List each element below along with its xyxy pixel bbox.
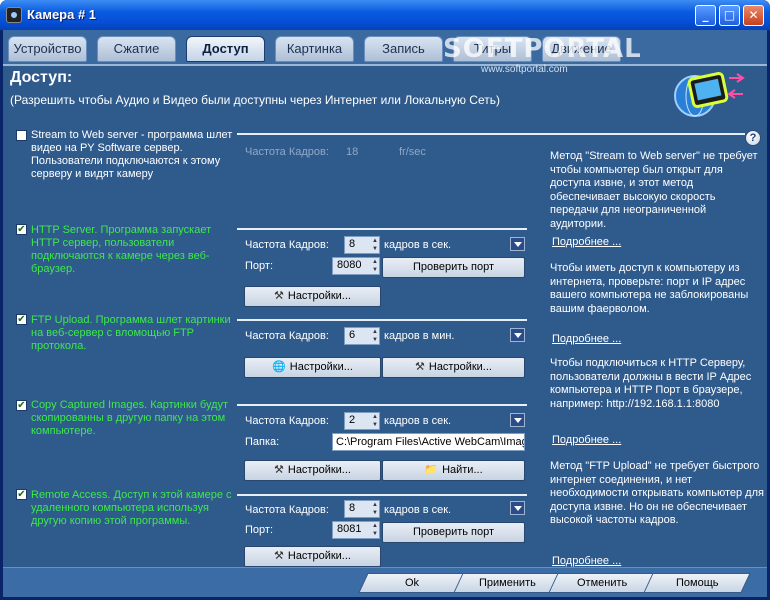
remote-rate-unit[interactable]: кадров в сек. [384, 504, 451, 516]
copy-folder-label: Папка: [245, 436, 280, 448]
info-stream: Метод "Stream to Web server" не требует … [550, 150, 758, 230]
http-fps-label: Частота Кадров: [245, 239, 329, 251]
ftp-rate-dropdown-icon[interactable] [510, 328, 525, 342]
tab-compression[interactable]: Сжатие [97, 36, 176, 62]
remote-description: Remote Access. Доступ к этой камере с уд… [31, 489, 232, 527]
copy-fps-spinner[interactable]: 2 [344, 412, 380, 430]
ftp-settings-label-1: Настройки... [289, 361, 353, 373]
stream-description: Stream to Web server - программа шлет ви… [31, 129, 233, 180]
remote-fps-label: Частота Кадров: [245, 504, 329, 516]
remote-divider [237, 494, 527, 496]
page-title: Доступ: [10, 69, 73, 86]
stream-fps-label: Частота Кадров: [245, 146, 329, 158]
more-link-3[interactable]: Подробнее ... [552, 434, 621, 446]
remote-fps-spinner[interactable]: 8 [344, 500, 380, 518]
info-ftp: Метод "FTP Upload" не требует быстрого и… [550, 460, 764, 526]
apply-button[interactable]: Применить [453, 573, 561, 593]
copy-find-label: Найти... [442, 464, 483, 476]
apply-label: Применить [478, 577, 536, 589]
tab-picture[interactable]: Картинка [275, 36, 354, 62]
copy-rate-dropdown-icon[interactable] [510, 413, 525, 427]
help-label: Помощь [675, 577, 719, 589]
stream-checkbox[interactable] [16, 130, 27, 141]
wrench-icon: ⚒ [274, 290, 284, 302]
tab-access[interactable]: Доступ [186, 36, 265, 62]
copy-find-button[interactable]: 📁 Найти... [382, 460, 525, 481]
remote-checkbox[interactable]: ✔ [16, 489, 27, 500]
window-title: Камера # 1 [27, 7, 97, 22]
remote-port-spinner[interactable]: 8081 [332, 521, 380, 539]
window: Камера # 1 _ □ ✕ Устройство Сжатие Досту… [0, 0, 770, 600]
remote-check-port-button[interactable]: Проверить порт [382, 522, 525, 543]
more-link-1[interactable]: Подробнее ... [552, 236, 621, 248]
help-button[interactable]: Помощь [643, 573, 751, 593]
copy-checkbox[interactable]: ✔ [16, 400, 27, 411]
watermark-brand: SOFTPORTAL [443, 34, 642, 64]
remote-settings-label: Настройки... [287, 550, 351, 562]
copy-description: Copy Captured Images. Картинки будут ско… [31, 399, 229, 437]
ftp-settings-label-2: Настройки... [428, 361, 492, 373]
cancel-label: Отменить [576, 577, 628, 589]
title-bar[interactable]: Камера # 1 _ □ ✕ [0, 0, 770, 30]
maximize-button[interactable]: □ [719, 5, 740, 26]
copy-rate-unit[interactable]: кадров в сек. [384, 415, 451, 427]
camera-app-icon [6, 7, 22, 23]
copy-folder-input[interactable]: C:\Program Files\Active WebCam\Imag [332, 433, 525, 451]
http-settings-button[interactable]: ⚒ Настройки... [244, 286, 381, 307]
wrench-icon: ⚒ [274, 464, 284, 476]
bottom-button-bar: Ok Применить Отменить Помощь [3, 567, 767, 597]
http-port-label: Порт: [245, 260, 273, 272]
info-firewall: Чтобы иметь доступ к компьютеру из интер… [550, 262, 749, 315]
close-button[interactable]: ✕ [743, 5, 764, 26]
http-settings-label: Настройки... [287, 290, 351, 302]
ftp-fps-spinner[interactable]: 6 [344, 327, 380, 345]
tab-recording[interactable]: Запись [364, 36, 443, 62]
minimize-button[interactable]: _ [695, 5, 716, 26]
tab-device[interactable]: Устройство [8, 36, 87, 62]
ftp-checkbox[interactable]: ✔ [16, 314, 27, 325]
wrench-icon: ⚒ [415, 361, 425, 373]
http-fps-spinner[interactable]: 8 [344, 236, 380, 254]
http-rate-dropdown-icon[interactable] [510, 237, 525, 251]
http-check-port-button[interactable]: Проверить порт [382, 257, 525, 278]
ok-label: Ok [404, 577, 420, 589]
http-description: HTTP Server. Программа запускает HTTP се… [31, 224, 212, 275]
copy-fps-label: Частота Кадров: [245, 415, 329, 427]
ftp-description: FTP Upload. Программа шлет картинки на в… [31, 314, 231, 352]
network-camera-logo-icon [674, 72, 745, 117]
http-rate-unit[interactable]: кадров в сек. [384, 239, 451, 251]
copy-settings-label: Настройки... [287, 464, 351, 476]
http-port-spinner[interactable]: 8080 [332, 257, 380, 275]
remote-settings-button[interactable]: ⚒ Настройки... [244, 546, 381, 567]
ftp-settings-button-1[interactable]: 🌐 Настройки... [244, 357, 381, 378]
wrench-icon: ⚒ [274, 550, 284, 562]
info-http: Чтобы подключиться к HTTP Серверу, польз… [550, 357, 752, 410]
more-link-2[interactable]: Подробнее ... [552, 333, 621, 345]
globe-icon: 🌐 [272, 361, 286, 373]
more-link-4[interactable]: Подробнее ... [552, 555, 621, 567]
http-divider [237, 228, 527, 230]
remote-rate-dropdown-icon[interactable] [510, 501, 525, 515]
ftp-settings-button-2[interactable]: ⚒ Настройки... [382, 357, 525, 378]
stream-divider [237, 133, 745, 135]
page-subtitle: (Разрешить чтобы Аудио и Видео были дост… [10, 93, 500, 107]
stream-fps-unit: fr/sec [399, 146, 426, 158]
stream-fps-value: 18 [346, 146, 359, 158]
ok-button[interactable]: Ok [358, 573, 466, 593]
watermark-url: www.softportal.com [481, 64, 568, 75]
ftp-divider [237, 319, 527, 321]
copy-divider [237, 404, 527, 406]
ftp-rate-unit[interactable]: кадров в мин. [384, 330, 454, 342]
tab-strip: Устройство Сжатие Доступ Картинка Запись… [3, 30, 767, 66]
help-icon[interactable]: ? [745, 130, 761, 146]
copy-settings-button[interactable]: ⚒ Настройки... [244, 460, 381, 481]
dialog-body: Устройство Сжатие Доступ Картинка Запись… [3, 30, 767, 597]
http-checkbox[interactable]: ✔ [16, 224, 27, 235]
cancel-button[interactable]: Отменить [548, 573, 656, 593]
ftp-fps-label: Частота Кадров: [245, 330, 329, 342]
remote-port-label: Порт: [245, 524, 273, 536]
folder-icon: 📁 [424, 464, 439, 476]
